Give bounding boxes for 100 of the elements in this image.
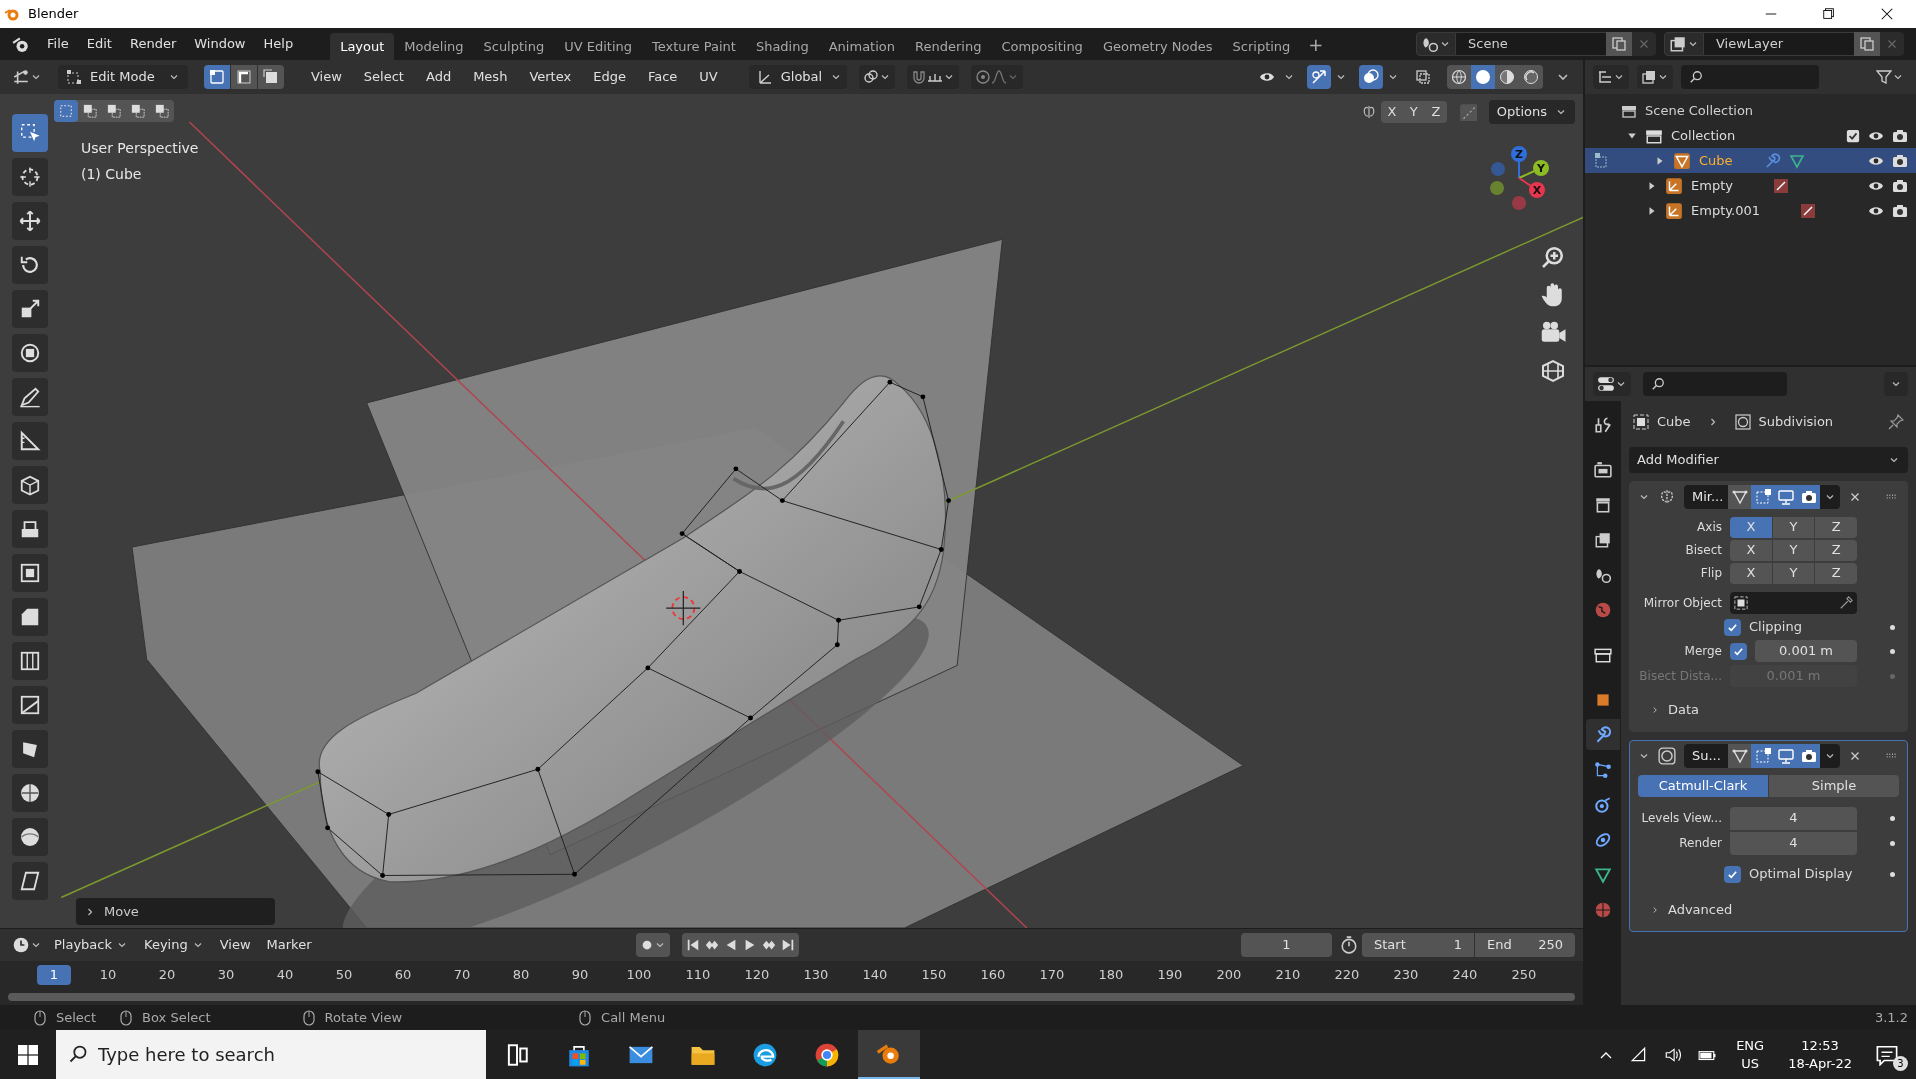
language-indicator[interactable]: ENG US [1736,1036,1765,1073]
checkbox-label: Optimal Display [1749,865,1854,884]
field-label: Bisect [1684,542,1722,559]
subpanel-header[interactable]: Data [1634,697,1903,723]
frame-number: 90 [570,966,590,985]
gizmo-axis-handle[interactable]: Z [1511,146,1527,162]
outliner-row[interactable]: Cube [1585,148,1916,173]
level-field[interactable]: 4 [1730,831,1857,855]
last-operator-panel[interactable]: Move [76,898,275,925]
frame-number: 160 [979,966,1007,985]
menu-item[interactable]: File [38,31,78,57]
workspace-tab[interactable]: Scripting [1222,33,1301,60]
menu-item[interactable]: Playback [46,933,136,957]
level-field[interactable]: 4 [1730,806,1857,830]
outliner-item-label[interactable]: Cube [1699,150,1733,171]
frame-number: 50 [334,966,354,985]
menu-item[interactable]: View [300,65,353,89]
add-modifier-dropdown[interactable]: Add Modifier [1629,447,1908,473]
mode-dropdown[interactable]: Edit Mode [58,65,188,89]
outliner-item-label[interactable]: Empty [1691,175,1733,196]
merge-distance-field[interactable]: 0.001 m [1755,640,1857,662]
workspace-tab[interactable]: UV Editing [554,33,642,60]
field-label: Bisect Dista... [1638,668,1722,685]
workspace-tab[interactable]: Texture Paint [642,33,746,60]
field-label: Render [1678,835,1722,852]
status-hint: Call Menu [601,1008,666,1027]
menu-item[interactable]: Help [254,31,303,57]
viewport-info-text: (1) Cube [81,165,143,184]
subdivision-type-tab[interactable]: Catmull-Clark [1638,775,1768,797]
frame-number: 60 [393,966,413,985]
axis-toggle[interactable]: Y [1772,562,1815,584]
workspace-tab[interactable]: Rendering [905,33,992,60]
workspace-tab[interactable]: Modeling [394,33,474,60]
gizmo-axis-handle[interactable]: X [1529,182,1545,198]
axis-toggle[interactable]: X [1730,562,1772,584]
outliner-row[interactable]: Empty.001 [1585,198,1916,223]
axis-toggle[interactable]: Z [1815,562,1857,584]
start-frame-field[interactable]: Start 1 [1362,933,1474,957]
axis-toggle[interactable]: Y [1772,516,1815,538]
frame-number: 180 [1097,966,1125,985]
mirror-axis-toggle[interactable]: Y [1402,101,1425,123]
subdivision-type-tab[interactable]: Simple [1769,775,1899,797]
menu-item[interactable]: Edge [582,65,637,89]
frame-number: 250 [1510,966,1538,985]
menu-item[interactable]: Vertex [518,65,583,89]
axis-toggle[interactable]: X [1730,516,1772,538]
field-label: Mirror Object [1642,595,1722,612]
status-hint: Rotate View [324,1008,403,1027]
frame-number: 80 [511,966,531,985]
add-workspace-button[interactable]: + [1300,30,1332,58]
frame-number: 1 [37,965,71,985]
axis-toggle[interactable]: Z [1815,516,1857,538]
workspace-tab[interactable]: Layout [330,33,395,60]
menu-item[interactable]: Mesh [462,65,519,89]
field-label: Axis [1696,519,1722,536]
clock-display[interactable]: 12:53 18-Apr-22 [1788,1036,1852,1073]
mirror-axis-toggle[interactable]: Z [1424,101,1447,123]
outliner-item-label[interactable]: Collection [1671,125,1736,146]
menu-item[interactable]: Marker [258,933,320,957]
outliner-row[interactable]: Collection [1585,123,1916,148]
axis-toggle[interactable]: Y [1772,539,1815,561]
workspace-tab[interactable]: Compositing [991,33,1093,60]
subpanel-header[interactable]: Advanced [1634,897,1903,923]
breadcrumb-item[interactable]: Cube [1657,412,1691,432]
current-frame-field[interactable]: 1 [1241,933,1332,957]
scene-field[interactable]: Scene [1456,32,1606,56]
workspace-tab[interactable]: Sculpting [473,33,555,60]
workspace-tab[interactable]: Animation [818,33,905,60]
outliner-item-label[interactable]: Empty.001 [1691,200,1760,221]
menu-item[interactable]: View [211,933,259,957]
options-dropdown[interactable]: Options [1488,100,1575,124]
frame-number: 100 [625,966,653,985]
menu-item[interactable]: Keying [136,933,212,957]
axis-toggle[interactable]: X [1730,539,1772,561]
outliner-item[interactable]: Scene Collection [1645,100,1754,121]
menu-item[interactable]: Add [414,65,463,89]
view-layer-field[interactable]: ViewLayer [1704,32,1854,56]
menu-item[interactable]: Face [636,65,689,89]
end-frame-field[interactable]: End 250 [1475,933,1575,957]
mirror-axis-toggle[interactable]: X [1380,101,1403,123]
frame-number: 110 [684,966,712,985]
taskbar-search-field[interactable]: Type here to search [56,1030,486,1079]
menu-item[interactable]: Select [352,65,415,89]
frame-number: 20 [157,966,177,985]
menu-item[interactable]: UV [688,65,729,89]
field-label: Merge [1683,643,1722,660]
field-label: Levels View... [1640,810,1722,827]
frame-number: 170 [1038,966,1066,985]
outliner-row[interactable]: Empty [1585,173,1916,198]
workspace-tab[interactable]: Shading [745,33,819,60]
gizmo-axis-handle[interactable]: Y [1533,160,1549,176]
workspace-tab[interactable]: Geometry Nodes [1092,33,1223,60]
frame-number: 70 [452,966,472,985]
frame-number: 240 [1451,966,1479,985]
orientation-dropdown[interactable]: Global [748,65,847,89]
menu-item[interactable]: Render [120,31,186,57]
axis-toggle[interactable]: Z [1815,539,1857,561]
menu-item[interactable]: Window [185,31,255,57]
menu-item[interactable]: Edit [77,31,121,57]
breadcrumb-item[interactable]: Subdivision [1758,412,1834,432]
